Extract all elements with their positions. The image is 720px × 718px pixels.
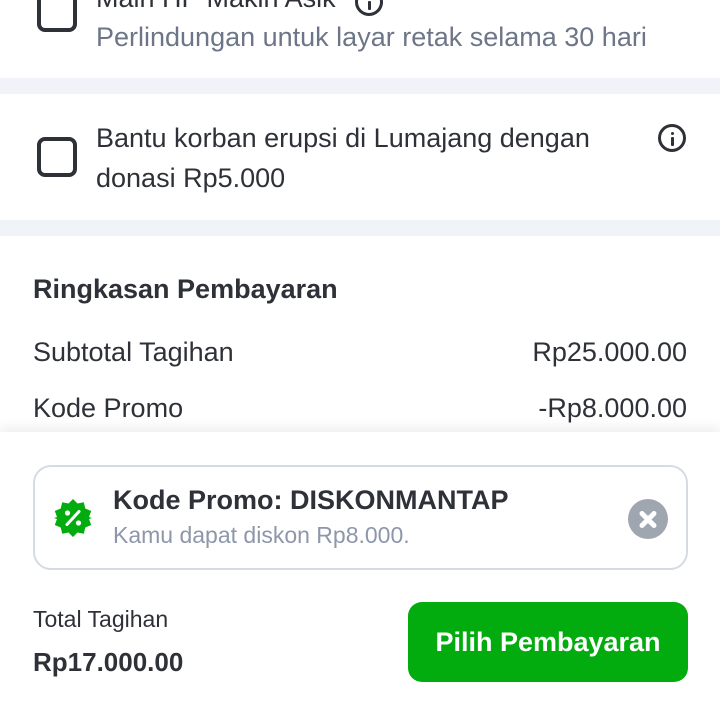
promo-code-label: Kode Promo: [33, 393, 184, 423]
donation-checkbox[interactable]: [37, 137, 77, 177]
payment-summary-title: Ringkasan Pembayaran: [33, 274, 338, 304]
protection-option-section: Main HP Makin Asik Perlindungan untuk la…: [0, 0, 720, 78]
donation-option-line1: Bantu korban erupsi di Lumajang dengan: [96, 123, 590, 153]
donation-option-section: Bantu korban erupsi di Lumajang dengan d…: [0, 94, 720, 220]
protection-info-icon[interactable]: [355, 0, 383, 16]
section-divider: [0, 78, 720, 94]
protection-option-subtitle: Perlindungan untuk layar retak selama 30…: [96, 22, 647, 52]
total-value: Rp17.000.00: [33, 647, 184, 677]
subtotal-value: Rp25.000.00: [532, 337, 687, 367]
section-divider: [0, 220, 720, 236]
promo-card[interactable]: Kode Promo: DISKONMANTAP Kamu dapat disk…: [33, 465, 688, 570]
promo-badge-icon: [54, 499, 92, 537]
promo-title: Kode Promo: DISKONMANTAP: [113, 485, 509, 515]
promo-subtitle: Kamu dapat diskon Rp8.000.: [113, 522, 410, 548]
remove-promo-icon[interactable]: [628, 499, 668, 539]
protection-option-title: Main HP Makin Asik: [96, 0, 336, 18]
protection-checkbox[interactable]: [37, 0, 77, 32]
promo-code-value: -Rp8.000.00: [538, 393, 687, 423]
subtotal-label: Subtotal Tagihan: [33, 337, 234, 367]
choose-payment-button[interactable]: Pilih Pembayaran: [408, 602, 688, 682]
donation-info-icon[interactable]: [658, 124, 686, 152]
donation-option-line2: donasi Rp5.000: [96, 163, 286, 193]
total-label: Total Tagihan: [33, 606, 169, 632]
